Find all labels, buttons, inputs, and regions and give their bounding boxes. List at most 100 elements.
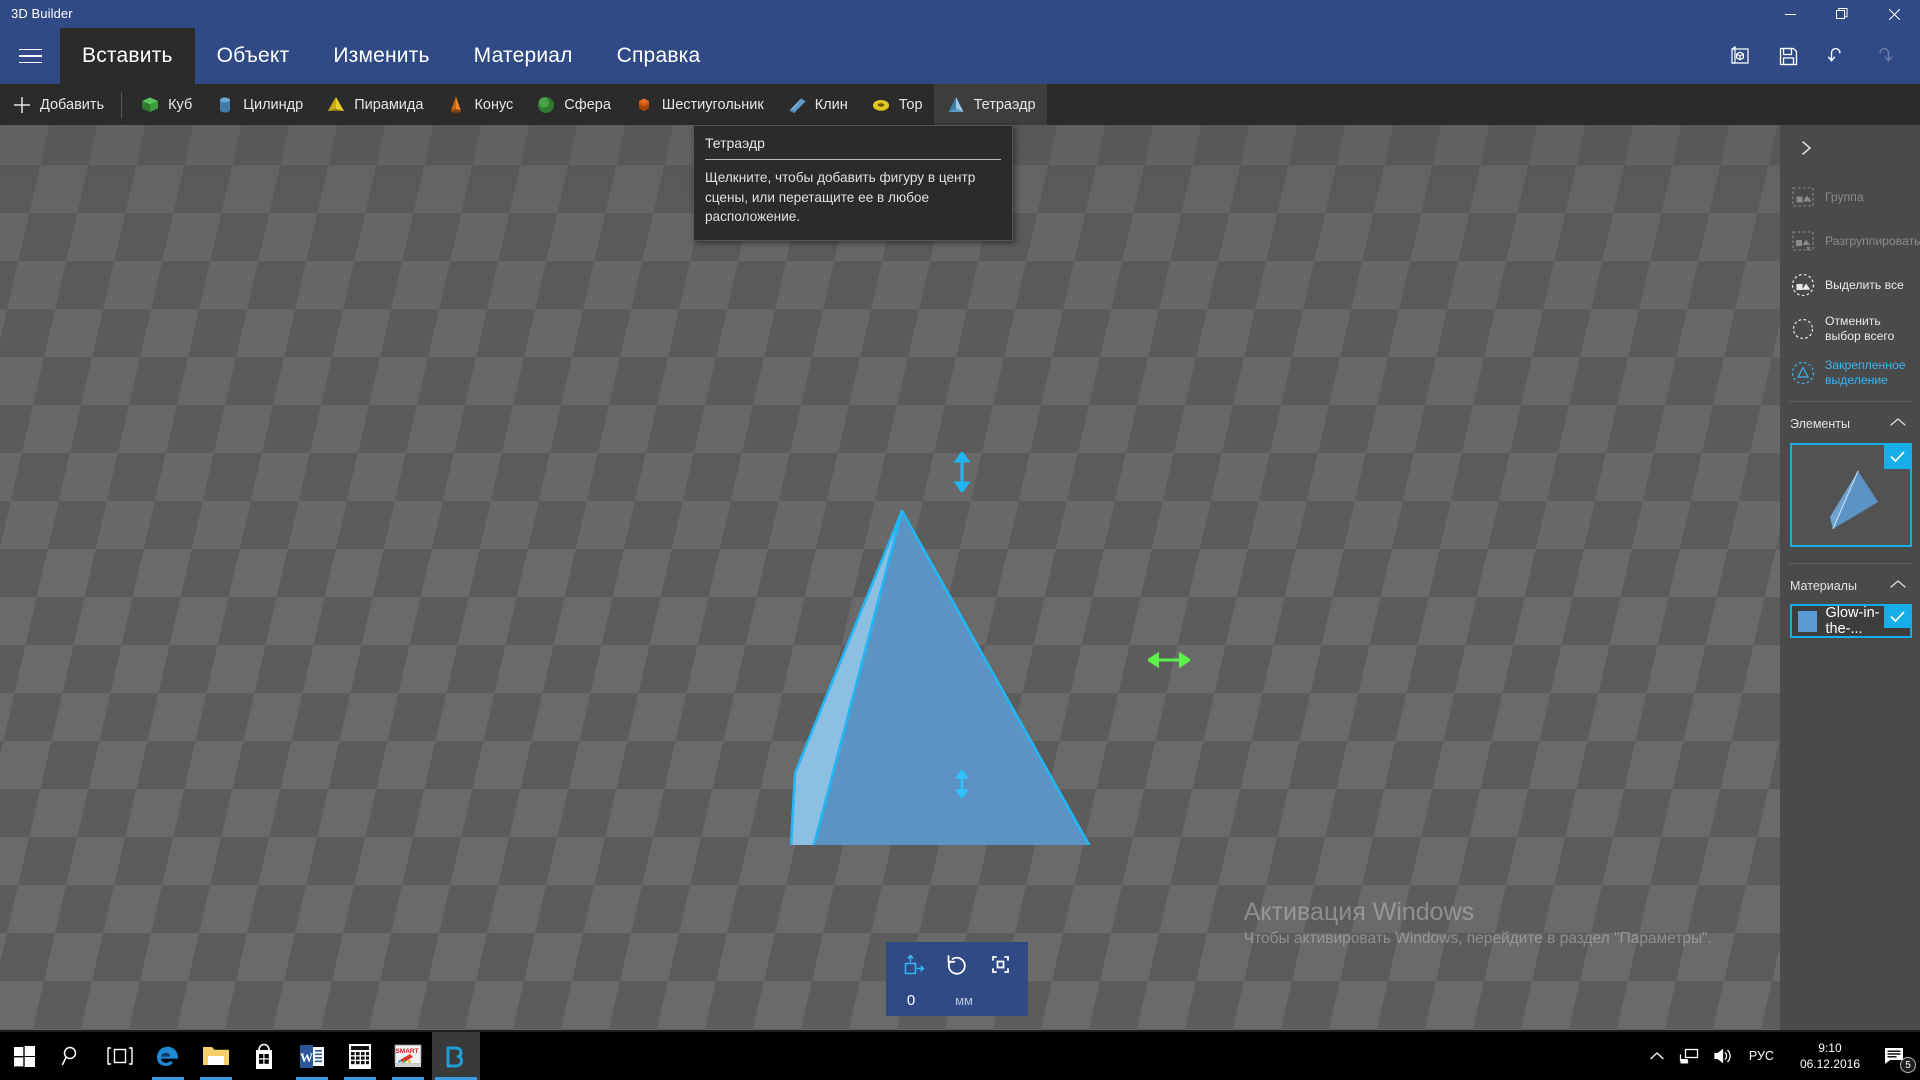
materials-section-title: Материалы	[1790, 578, 1857, 593]
right-panel: Группа Разгруппировать Выделить все Отме…	[1780, 125, 1920, 1030]
ungroup-button: Разгруппировать	[1780, 219, 1920, 263]
taskbar-app-store[interactable]	[240, 1032, 288, 1080]
move-tool-icon[interactable]	[897, 948, 931, 982]
panel-divider-2	[1788, 563, 1912, 564]
scale-tool-icon[interactable]	[983, 948, 1017, 982]
pinned-selection-icon	[1790, 360, 1816, 386]
taskbar-app-3dbuilder[interactable]	[432, 1032, 480, 1080]
app-window: 3D Builder Вставить Объект Изменить Мате…	[0, 0, 1920, 1080]
gizmo-vertical-top-handle[interactable]	[951, 452, 973, 492]
tab-edit[interactable]: Изменить	[311, 28, 451, 84]
shape-tetrahedron[interactable]: Тетраэдр	[933, 84, 1047, 125]
pinned-selection-label: Закрепленное выделение	[1825, 358, 1906, 387]
gizmo-vertical-center-handle[interactable]	[952, 770, 972, 798]
svg-text:W: W	[300, 1050, 313, 1065]
rotate-tool-icon[interactable]	[940, 948, 974, 982]
expand-panel-button[interactable]	[1780, 125, 1920, 175]
calculator-icon	[349, 1043, 371, 1069]
title-bar: 3D Builder	[0, 0, 1920, 28]
shape-cube[interactable]: Куб	[128, 84, 203, 125]
transform-tool-icons	[886, 942, 1028, 987]
shape-wedge[interactable]: Клин	[775, 84, 859, 125]
ribbon-tabs: Вставить Объект Изменить Материал Справк…	[60, 28, 722, 84]
save-button[interactable]	[1764, 32, 1812, 80]
tab-object[interactable]: Объект	[195, 28, 312, 84]
volume-button[interactable]	[1706, 1032, 1740, 1080]
transform-value[interactable]: 0	[886, 992, 936, 1009]
add-label: Добавить	[40, 96, 105, 113]
show-hidden-icons-button[interactable]	[1642, 1032, 1672, 1080]
tab-material[interactable]: Материал	[452, 28, 595, 84]
material-item-glow[interactable]: Glow-in-the-...	[1790, 604, 1912, 638]
taskbar-app-word[interactable]: W	[288, 1032, 336, 1080]
task-view-button[interactable]	[96, 1032, 144, 1080]
tooltip-divider	[705, 159, 1001, 160]
shape-pyramid-label: Пирамида	[354, 96, 424, 113]
element-thumbnail-tetrahedron[interactable]	[1790, 443, 1912, 547]
cylinder-icon	[214, 94, 236, 116]
start-button[interactable]	[0, 1032, 48, 1080]
network-button[interactable]	[1672, 1032, 1706, 1080]
deselect-all-button[interactable]: Отменить выбор всего	[1780, 307, 1920, 351]
clock[interactable]: 9:10 06.12.2016	[1783, 1032, 1877, 1080]
language-indicator[interactable]: РУС	[1740, 1032, 1783, 1080]
shape-cylinder[interactable]: Цилиндр	[203, 84, 314, 125]
select-all-icon	[1790, 272, 1816, 298]
close-button[interactable]	[1868, 0, 1920, 28]
taskbar-app-edge[interactable]	[144, 1032, 192, 1080]
torus-icon	[870, 94, 892, 116]
minimize-button[interactable]	[1764, 0, 1816, 28]
taskbar-app-explorer[interactable]	[192, 1032, 240, 1080]
ungroup-icon	[1790, 228, 1816, 254]
svg-text:SMART: SMART	[395, 1048, 418, 1055]
shape-sphere-label: Сфера	[564, 96, 611, 113]
clock-date: 06.12.2016	[1799, 1057, 1860, 1071]
pyramid-icon	[325, 94, 347, 116]
taskbar: W SMART РУС 9:10 06.12.2016 5	[0, 1032, 1920, 1080]
elements-section-header[interactable]: Элементы	[1780, 408, 1920, 439]
shape-torus[interactable]: Тор	[859, 84, 934, 125]
shape-sphere[interactable]: Сфера	[524, 84, 622, 125]
taskbar-app-calculator[interactable]	[336, 1032, 384, 1080]
tab-help[interactable]: Справка	[595, 28, 723, 84]
cube-icon	[139, 94, 161, 116]
wedge-icon	[786, 94, 808, 116]
notifications-button[interactable]: 5	[1877, 1032, 1920, 1080]
undo-button[interactable]	[1812, 32, 1860, 80]
taskbar-app-smart[interactable]: SMART	[384, 1032, 432, 1080]
search-icon	[61, 1046, 77, 1066]
shape-toolbar: Добавить Куб Цилиндр Пирамида Конус Сфер…	[0, 84, 1920, 125]
cone-icon	[445, 94, 467, 116]
shape-tooltip: Тетраэдр Щелкните, чтобы добавить фигуру…	[693, 125, 1013, 242]
materials-section-header[interactable]: Материалы	[1780, 570, 1920, 601]
tab-insert[interactable]: Вставить	[60, 28, 195, 84]
gizmo-horizontal-handle[interactable]	[1148, 649, 1190, 671]
volume-icon	[1714, 1048, 1731, 1064]
maximize-button[interactable]	[1816, 0, 1868, 28]
select-all-button[interactable]: Выделить все	[1780, 263, 1920, 307]
app-title: 3D Builder	[11, 6, 73, 21]
print-3d-button[interactable]	[1716, 32, 1764, 80]
sphere-icon	[535, 94, 557, 116]
shape-cone[interactable]: Конус	[434, 84, 524, 125]
tooltip-body: Щелкните, чтобы добавить фигуру в центр …	[705, 170, 976, 225]
hexagon-icon	[633, 94, 655, 116]
shape-hexagon[interactable]: Шестиугольник	[622, 84, 775, 125]
transform-tool-widget: 0 мм	[886, 942, 1028, 1016]
smart-notebook-icon: SMART	[394, 1044, 422, 1067]
search-button[interactable]	[48, 1032, 96, 1080]
select-all-label: Выделить все	[1825, 277, 1904, 292]
chevron-up-tray-icon	[1650, 1052, 1664, 1060]
viewport-3d[interactable]: Активация Windows Чтобы активировать Win…	[0, 125, 1780, 1030]
material-selected-check-icon	[1884, 606, 1910, 628]
ribbon-bar: Вставить Объект Изменить Материал Справк…	[0, 28, 1920, 84]
menu-icon[interactable]	[0, 28, 60, 84]
tetrahedron-icon	[945, 94, 967, 116]
shape-pyramid[interactable]: Пирамида	[314, 84, 434, 125]
chevron-up-icon	[1888, 415, 1908, 432]
task-view-icon	[107, 1047, 133, 1065]
add-button[interactable]: Добавить	[0, 84, 115, 125]
pinned-selection-button[interactable]: Закрепленное выделение	[1780, 351, 1920, 395]
store-icon	[256, 1043, 272, 1069]
tetrahedron-object[interactable]	[700, 365, 1160, 845]
